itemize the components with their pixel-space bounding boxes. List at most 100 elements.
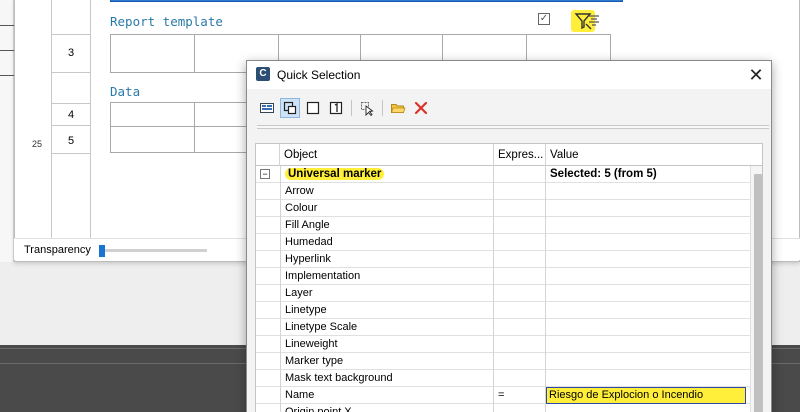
header-value[interactable]: Value (546, 144, 750, 166)
property-value[interactable] (546, 234, 750, 251)
group-object-name: Universal marker (285, 168, 385, 180)
header-object[interactable]: Object (280, 144, 494, 166)
group-row-universal-marker[interactable]: − Universal marker Selected: 5 (from 5) (256, 166, 750, 183)
selected-band-bar[interactable] (110, 0, 623, 2)
open-button[interactable] (388, 98, 408, 118)
group-object-cell: Universal marker (280, 166, 494, 183)
property-row-implementation[interactable]: Implementation (256, 268, 750, 285)
property-row-origin-point-x[interactable]: Origin point X (256, 404, 750, 412)
property-expression[interactable] (494, 234, 546, 251)
property-expression[interactable] (494, 404, 546, 412)
property-value[interactable] (546, 353, 750, 370)
property-value[interactable] (546, 336, 750, 353)
property-value[interactable] (546, 183, 750, 200)
property-row-lineweight[interactable]: Lineweight (256, 336, 750, 353)
property-value[interactable] (546, 251, 750, 268)
number-one-icon (329, 101, 343, 115)
quick-selection-dialog: C Quick Selection ✕ Object Expres... Val… (246, 60, 772, 412)
property-value[interactable] (546, 302, 750, 319)
property-name: Mask text background (280, 370, 494, 387)
property-name: Layer (280, 285, 494, 302)
property-row-layer[interactable]: Layer (256, 285, 750, 302)
scrollbar-thumb[interactable] (754, 174, 762, 412)
collapse-toggle-icon[interactable]: − (260, 169, 270, 179)
property-value[interactable] (546, 285, 750, 302)
select-one-button[interactable] (326, 98, 346, 118)
property-name: Implementation (280, 268, 494, 285)
property-row-hyperlink[interactable]: Hyperlink (256, 251, 750, 268)
property-name: Origin point X (280, 404, 494, 412)
property-value[interactable] (546, 404, 750, 412)
property-name: Linetype Scale (280, 319, 494, 336)
property-value[interactable] (546, 200, 750, 217)
property-expression[interactable] (494, 200, 546, 217)
property-row-arrow[interactable]: Arrow (256, 183, 750, 200)
transparency-slider[interactable] (99, 245, 207, 257)
add-selection-icon (283, 101, 297, 115)
row-number-5: 5 (67, 135, 75, 147)
property-name: Fill Angle (280, 217, 494, 234)
square-icon (306, 101, 320, 115)
property-value[interactable] (546, 370, 750, 387)
new-selection-button[interactable] (303, 98, 323, 118)
property-expression[interactable] (494, 336, 546, 353)
property-expression[interactable] (494, 251, 546, 268)
header-expression[interactable]: Expres... (494, 144, 546, 166)
property-expression[interactable] (494, 302, 546, 319)
property-name: Colour (280, 200, 494, 217)
property-value[interactable] (546, 319, 750, 336)
select-similar-icon[interactable] (587, 13, 601, 27)
vertical-scrollbar[interactable] (750, 166, 762, 412)
property-row-linetype[interactable]: Linetype (256, 302, 750, 319)
app-logo-icon: C (256, 67, 270, 81)
header-toggle-column (256, 144, 280, 166)
toolbar-divider (257, 125, 769, 129)
property-expression[interactable] (494, 319, 546, 336)
group-expression-cell (494, 166, 546, 183)
property-value[interactable] (546, 217, 750, 234)
property-row-marker-type[interactable]: Marker type (256, 353, 750, 370)
property-expression[interactable] (494, 268, 546, 285)
ruler-label: 25 (32, 139, 43, 149)
grid-header: Object Expres... Value (256, 144, 762, 166)
property-expression[interactable] (494, 183, 546, 200)
property-name: Humedad (280, 234, 494, 251)
property-row-humedad[interactable]: Humedad (256, 234, 750, 251)
dialog-title: Quick Selection (277, 68, 361, 82)
property-name: Arrow (280, 183, 494, 200)
transparency-slider-track (99, 249, 207, 252)
property-row-linetype-scale[interactable]: Linetype Scale (256, 319, 750, 336)
transparency-slider-thumb[interactable] (99, 245, 105, 257)
delete-x-icon (414, 101, 428, 115)
property-name: Linetype (280, 302, 494, 319)
property-grid: Object Expres... Value − Universal marke… (255, 143, 763, 412)
property-value[interactable] (546, 268, 750, 285)
dialog-titlebar[interactable]: C Quick Selection ✕ (247, 61, 771, 89)
row-number-4: 4 (67, 109, 75, 121)
property-expression[interactable] (494, 353, 546, 370)
add-to-selection-button[interactable] (280, 98, 300, 118)
property-row-mask-text-background[interactable]: Mask text background (256, 370, 750, 387)
property-name: Marker type (280, 353, 494, 370)
section-title-report-template: Report template (110, 14, 223, 29)
left-ruler (0, 0, 14, 262)
select-all-button[interactable] (257, 98, 277, 118)
pick-objects-button[interactable] (357, 98, 377, 118)
property-name: Name (280, 387, 494, 404)
property-expression[interactable]: = (494, 387, 546, 404)
property-row-name[interactable]: Name = Riesgo de Explocion o Incendio (256, 387, 750, 404)
folder-icon (390, 104, 406, 113)
property-expression[interactable] (494, 217, 546, 234)
delete-button[interactable] (411, 98, 431, 118)
transparency-label: Transparency (24, 244, 91, 256)
section-title-data: Data (110, 84, 141, 99)
property-row-colour[interactable]: Colour (256, 200, 750, 217)
name-value-input[interactable]: Riesgo de Explocion o Incendio (546, 387, 746, 404)
checkbox-icon[interactable]: ✓ (538, 13, 550, 25)
close-button[interactable]: ✕ (745, 64, 767, 86)
cursor-pick-icon (361, 102, 374, 116)
property-row-fill-angle[interactable]: Fill Angle (256, 217, 750, 234)
property-name: Lineweight (280, 336, 494, 353)
property-expression[interactable] (494, 285, 546, 302)
property-expression[interactable] (494, 370, 546, 387)
